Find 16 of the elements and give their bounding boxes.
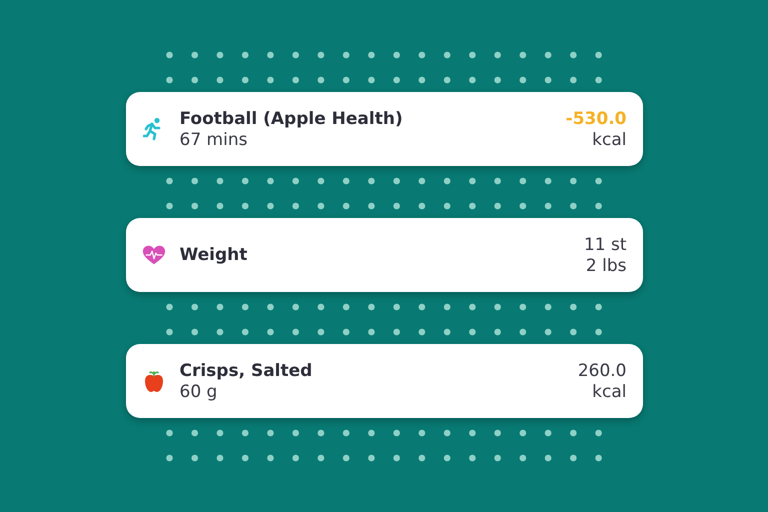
entry-card[interactable]: Crisps, Salted 60 g 260.0 kcal	[126, 344, 642, 418]
entry-value: kcal	[592, 382, 626, 402]
entry-value: 2 lbs	[586, 256, 626, 276]
entry-detail: 60 g	[180, 382, 218, 402]
entry-title: Football (Apple Health)	[180, 108, 404, 128]
entry-card[interactable]: Football (Apple Health) 67 mins -530.0 kcal	[126, 92, 642, 166]
entry-title: Crisps, Salted	[180, 360, 314, 380]
heart-pulse-icon	[142, 244, 166, 266]
entry-card[interactable]: Weight 11 st 2 lbs	[126, 218, 642, 292]
entry-value: 260.0	[578, 360, 626, 380]
entry-value: 11 st	[584, 234, 626, 254]
entry-detail: 67 mins	[180, 130, 248, 150]
apple-icon	[142, 369, 164, 393]
entry-value: kcal	[592, 130, 626, 150]
entry-title: Weight	[180, 245, 248, 265]
entry-value: -530.0	[566, 108, 626, 128]
